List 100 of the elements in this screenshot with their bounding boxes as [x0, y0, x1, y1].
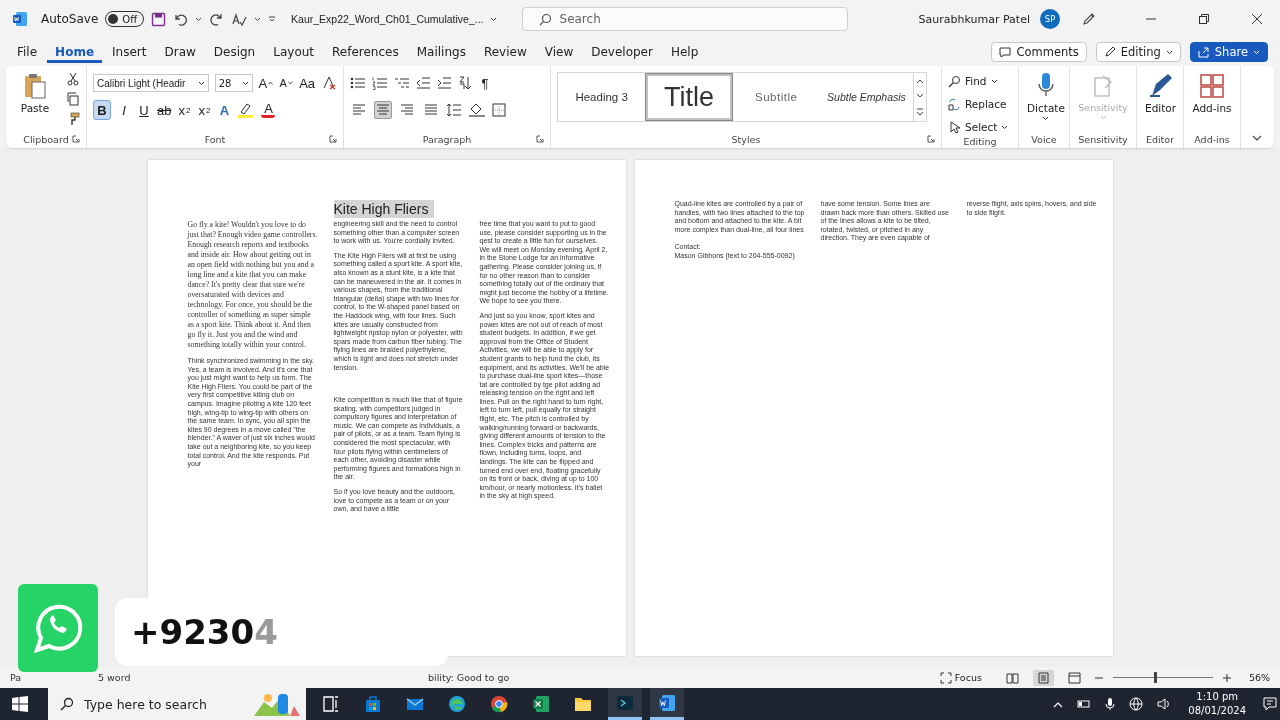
collapse-ribbon-icon[interactable] — [1252, 135, 1262, 142]
taskbar-search-box[interactable]: Type here to search — [48, 688, 306, 720]
sort-icon[interactable] — [458, 76, 472, 90]
search-box[interactable]: Search — [521, 7, 848, 31]
ribbon-tab[interactable]: Mailings — [408, 41, 474, 63]
style-option[interactable]: Subtle Emphasis — [819, 73, 914, 121]
paste-button[interactable]: Paste — [18, 70, 52, 132]
font-name-dropdown[interactable]: Calibri Light (Headir — [93, 74, 209, 92]
highlighter-icon[interactable] — [237, 102, 256, 118]
document-title[interactable]: Kaur_Exp22_Word_Ch01_Cumulative_... — [291, 13, 497, 25]
italic-button[interactable]: I — [117, 100, 131, 120]
borders-icon[interactable] — [492, 103, 506, 117]
focus-button[interactable]: Focus — [939, 671, 982, 684]
ribbon-tab[interactable]: Insert — [104, 41, 155, 63]
save-icon[interactable] — [151, 11, 167, 27]
editor-button[interactable]: Editor — [1143, 70, 1179, 132]
ribbon-tab[interactable]: Design — [205, 41, 264, 63]
search-field[interactable]: Search — [559, 10, 837, 28]
ribbon-tab[interactable]: Draw — [156, 41, 204, 63]
undo-icon[interactable] — [173, 11, 189, 27]
redo-icon[interactable] — [209, 11, 225, 27]
clear-formatting-icon[interactable] — [321, 75, 337, 91]
chevron-up-icon[interactable] — [1053, 700, 1064, 708]
grow-font-button[interactable]: A — [258, 73, 274, 93]
shrink-font-button[interactable]: A — [279, 73, 294, 93]
speaker-icon[interactable] — [1157, 697, 1172, 711]
show-formatting-button[interactable]: ¶ — [478, 73, 492, 93]
style-option[interactable]: Title — [645, 73, 733, 121]
user-avatar[interactable]: SP — [1040, 9, 1060, 29]
editing-mode-button[interactable]: Editing — [1095, 42, 1181, 62]
ribbon-tab[interactable]: Layout — [265, 41, 323, 63]
caret-icon — [197, 80, 205, 86]
strike-button[interactable]: ab — [157, 100, 172, 120]
ribbon-tab[interactable]: File — [9, 41, 46, 63]
dictate-button[interactable]: Dictate — [1025, 70, 1067, 132]
ribbon-tab[interactable]: Review — [475, 41, 535, 63]
font-color-button[interactable]: A — [261, 102, 276, 118]
sup-button[interactable]: x$^{2}$ — [197, 100, 212, 120]
caret-icon — [1001, 124, 1009, 130]
view-icon — [1005, 671, 1019, 684]
font-size-dropdown[interactable]: 28 — [214, 74, 253, 92]
more-styles-icon[interactable] — [916, 108, 925, 117]
style-option[interactable]: Subtitle — [732, 73, 820, 121]
text-effects-button[interactable]: A — [217, 100, 232, 120]
scroll-down-icon[interactable] — [916, 93, 925, 99]
clock-date[interactable]: 08/01/2024 — [1188, 704, 1246, 718]
copy-icon[interactable] — [66, 92, 80, 106]
numbering-icon[interactable] — [372, 76, 388, 90]
style-option[interactable]: Heading 3 — [558, 73, 646, 121]
share-button[interactable]: Share — [1189, 42, 1268, 62]
autosave-label: AutoSave — [41, 12, 99, 26]
bold-button[interactable]: B — [93, 100, 111, 120]
ribbon-tab[interactable]: Help — [662, 41, 707, 63]
ribbon-tab[interactable]: View — [536, 41, 582, 63]
zoom-in-icon[interactable] — [1222, 673, 1231, 682]
dialog-launcher-icon[interactable] — [329, 135, 337, 143]
dialog-launcher-icon[interactable] — [72, 135, 80, 143]
close-icon[interactable] — [1252, 14, 1262, 24]
select-button[interactable]: Select — [948, 118, 1012, 136]
bullets-icon[interactable] — [350, 76, 366, 90]
pen-icon[interactable] — [1081, 11, 1097, 27]
alignment-icon — [424, 104, 438, 116]
restore-icon[interactable] — [1199, 14, 1209, 24]
ribbon-tab[interactable]: Home — [47, 41, 103, 63]
spelling-check-icon[interactable] — [231, 11, 248, 27]
decrease-indent-icon[interactable] — [416, 76, 431, 90]
comments-button[interactable]: Comments — [991, 42, 1087, 62]
scroll-up-icon[interactable] — [916, 77, 925, 84]
multilevel-list-icon[interactable] — [394, 76, 410, 90]
replace-button[interactable]: Replace — [948, 95, 1012, 113]
print-view-button[interactable] — [1032, 669, 1054, 686]
windows-start-icon[interactable] — [12, 696, 28, 712]
group-label: Editor — [1145, 133, 1175, 145]
increase-indent-icon[interactable] — [437, 76, 452, 90]
document-title-heading: Kite High Fliers — [333, 200, 435, 218]
search-icon — [60, 697, 74, 711]
clock-time[interactable]: 1:10 pm — [1196, 690, 1239, 704]
find-button[interactable]: Find — [948, 72, 1012, 90]
globe-icon[interactable] — [1129, 697, 1144, 711]
dialog-launcher-icon[interactable] — [927, 135, 935, 143]
alignment-icon — [352, 104, 366, 116]
dialog-launcher-icon[interactable] — [536, 135, 544, 143]
shading-icon[interactable] — [468, 103, 486, 117]
notification-icon[interactable] — [1263, 697, 1277, 711]
zoom-level[interactable]: 56% — [1248, 672, 1270, 683]
taskbar-search-field[interactable]: Type here to search — [84, 695, 240, 713]
line-spacing-icon[interactable] — [446, 103, 462, 117]
word-taskbar-icon[interactable] — [650, 688, 684, 720]
add-ins-button[interactable]: Add-ins — [1190, 70, 1234, 132]
change-case-button[interactable]: Aa — [299, 73, 315, 93]
cut-icon[interactable] — [66, 72, 80, 86]
terminal-taskbar-icon[interactable] — [608, 688, 642, 720]
ribbon-tab[interactable]: Developer — [583, 41, 661, 63]
underline-button[interactable]: U — [137, 100, 151, 120]
replace-icon — [948, 97, 961, 111]
battery-icon[interactable] — [1077, 699, 1092, 709]
customize-toolbar-icon[interactable] — [268, 15, 277, 23]
microphone-icon[interactable] — [1105, 697, 1116, 711]
align-center-button[interactable] — [374, 101, 392, 119]
ribbon-tab[interactable]: References — [324, 41, 407, 63]
